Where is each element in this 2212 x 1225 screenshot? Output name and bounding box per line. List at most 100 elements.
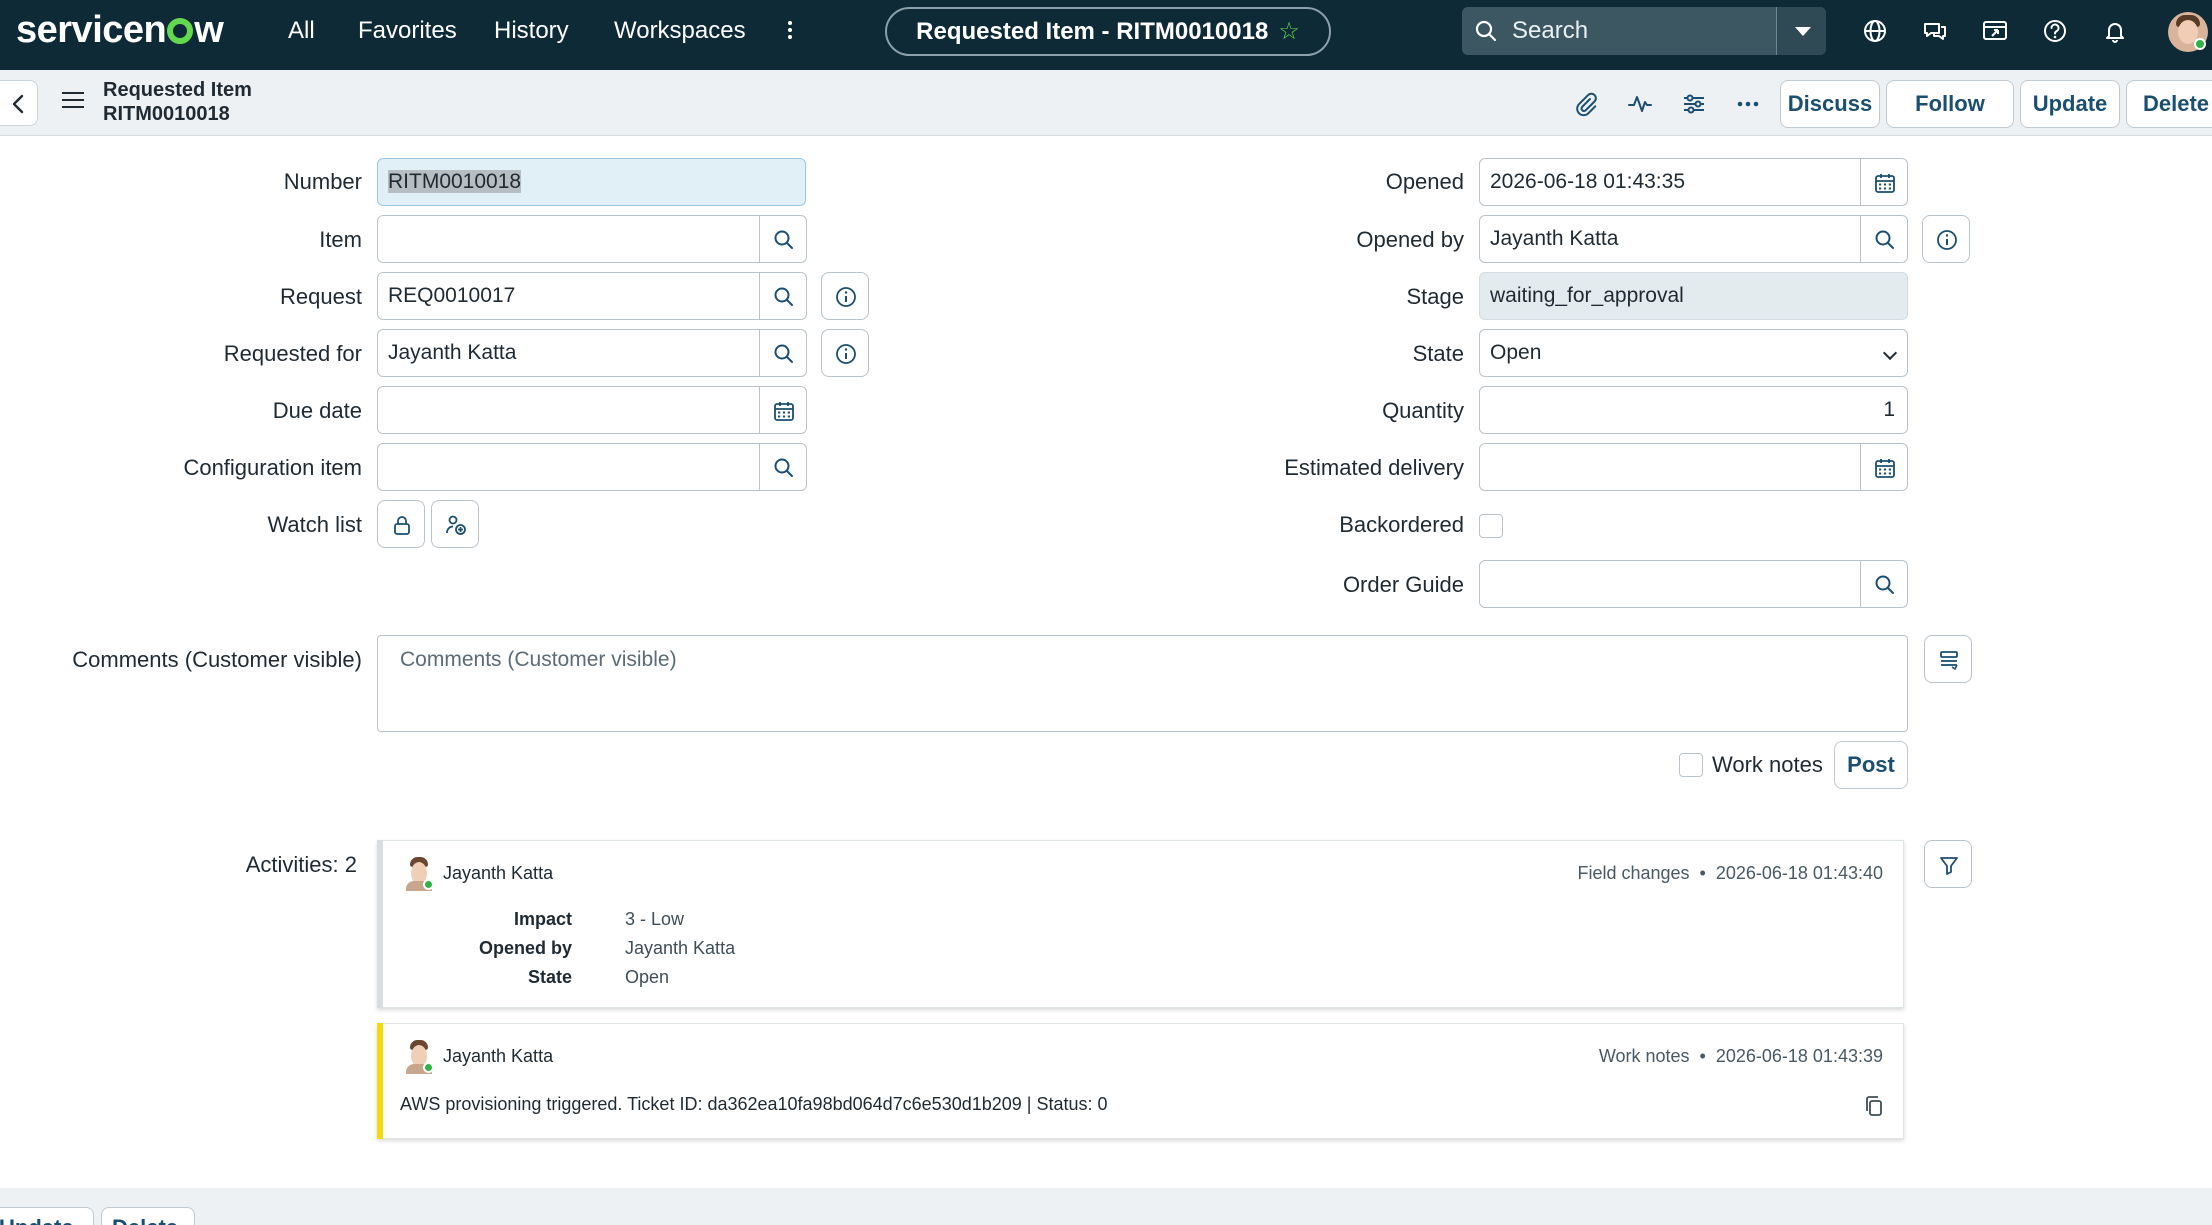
requested-for-field[interactable]: Jayanth Katta [377, 329, 761, 377]
state-select[interactable]: Open [1479, 329, 1908, 377]
calendar-icon [774, 402, 794, 421]
watch-list-add-me-button[interactable] [431, 500, 479, 548]
form-header: Requested Item RITM0010018 Discuss Follo… [0, 70, 2212, 136]
item-lookup-button[interactable] [759, 215, 807, 263]
requested-for-info-button[interactable] [821, 329, 869, 377]
form-title-table: Requested Item [103, 79, 252, 101]
search-placeholder: Search [1512, 17, 1589, 44]
comments-placeholder: Comments (Customer visible) [400, 648, 677, 671]
nav-favorites[interactable]: Favorites [358, 0, 457, 62]
nav-all[interactable]: All [288, 0, 315, 62]
watch-list-lock-button[interactable] [377, 500, 425, 548]
search-icon [1875, 230, 1894, 249]
form-title: Requested Item RITM0010018 [103, 78, 252, 126]
paperclip-icon[interactable] [1572, 90, 1600, 118]
configuration-item-label: Configuration item [183, 455, 362, 480]
bottom-update-button[interactable]: Update [0, 1207, 94, 1225]
state-selected-value: Open [1490, 341, 1542, 364]
globe-icon[interactable] [1860, 16, 1890, 46]
order-guide-field[interactable] [1479, 560, 1862, 608]
delete-button[interactable]: Delete [2126, 80, 2212, 128]
requested-for-lookup-button[interactable] [759, 329, 807, 377]
update-button[interactable]: Update [2020, 80, 2120, 128]
opened-field[interactable]: 2026-06-18 01:43:35 [1479, 158, 1862, 206]
activity-accent-bar [377, 840, 383, 1008]
work-note-text: AWS provisioning triggered. Ticket ID: d… [400, 1094, 1108, 1114]
watch-list-label: Watch list [267, 512, 362, 537]
work-notes-accent-bar [377, 1023, 383, 1139]
copy-icon[interactable] [1862, 1094, 1886, 1118]
lock-icon [394, 516, 410, 535]
servicenow-logo[interactable]: servicen w [16, 6, 224, 54]
stage-field: waiting_for_approval [1479, 272, 1908, 320]
order-guide-lookup-button[interactable] [1860, 560, 1908, 608]
personalize-sliders-icon[interactable] [1680, 90, 1708, 118]
info-icon [836, 287, 856, 307]
request-label: Request [280, 284, 362, 309]
work-notes-label: Work notes [1712, 752, 1823, 777]
due-date-field[interactable] [377, 386, 761, 434]
nav-workspaces[interactable]: Workspaces [614, 0, 746, 62]
activity-type: Work notes [1598, 1046, 1690, 1066]
nav-history[interactable]: History [494, 0, 569, 62]
follow-button[interactable]: Follow [1886, 80, 2014, 128]
opened-by-info-button[interactable] [1922, 215, 1970, 263]
search-icon [774, 287, 793, 306]
change-field-label: Opened by [478, 938, 572, 958]
activity-pulse-icon[interactable] [1626, 90, 1654, 118]
help-icon[interactable] [2040, 16, 2070, 46]
due-date-calendar-button[interactable] [759, 386, 807, 434]
backordered-checkbox[interactable] [1479, 514, 1503, 538]
hamburger-menu-icon[interactable] [62, 92, 84, 113]
item-label: Item [319, 227, 362, 252]
user-avatar[interactable] [404, 857, 434, 891]
estimated-delivery-label: Estimated delivery [1284, 455, 1464, 480]
quantity-field[interactable]: 1 [1479, 386, 1908, 434]
activities-filter-button[interactable] [1924, 840, 1972, 888]
work-notes-checkbox[interactable] [1679, 753, 1703, 777]
back-button[interactable] [0, 80, 38, 126]
activity-meta: Field changes • 2026-06-18 01:43:40 [1577, 863, 1883, 883]
backordered-label: Backordered [1339, 512, 1464, 537]
notification-bell-icon[interactable] [2100, 16, 2130, 46]
request-field[interactable]: REQ0010017 [377, 272, 761, 320]
change-field-label: Impact [513, 909, 572, 929]
opened-calendar-button[interactable] [1860, 158, 1908, 206]
more-menu-icon[interactable] [778, 18, 802, 44]
estimated-delivery-field[interactable] [1479, 443, 1862, 491]
opened-by-field[interactable]: Jayanth Katta [1479, 215, 1862, 263]
record-title-pill[interactable]: Requested Item - RITM0010018 ☆ [885, 7, 1331, 56]
global-search[interactable]: Search [1462, 7, 1826, 55]
activities-count-label: Activities: 2 [245, 852, 357, 877]
activity-timestamp: 2026-06-18 01:43:39 [1715, 1046, 1883, 1066]
online-status-indicator [2194, 38, 2206, 50]
discuss-button[interactable]: Discuss [1780, 80, 1880, 128]
form-footer [0, 1188, 2212, 1225]
configuration-item-lookup-button[interactable] [759, 443, 807, 491]
request-info-button[interactable] [821, 272, 869, 320]
opened-by-label: Opened by [1356, 227, 1464, 252]
activity-entry-field-changes: Jayanth Katta Field changes • 2026-06-18… [377, 840, 1904, 1008]
bottom-delete-button[interactable]: Delete [101, 1207, 195, 1225]
number-field[interactable]: RITM0010018 [377, 158, 806, 206]
user-avatar[interactable] [404, 1040, 434, 1074]
number-label: Number [283, 169, 362, 194]
chat-icon[interactable] [1920, 16, 1950, 46]
estimated-delivery-calendar-button[interactable] [1860, 443, 1908, 491]
comments-textarea[interactable]: Comments (Customer visible) [377, 635, 1908, 732]
item-field[interactable] [377, 215, 761, 263]
requested-for-label: Requested for [223, 341, 362, 366]
top-navigation-bar: servicen w All Favorites History Workspac… [0, 0, 2212, 70]
opened-by-lookup-button[interactable] [1860, 215, 1908, 263]
favorite-star-icon[interactable]: ☆ [1278, 18, 1300, 45]
search-scope-dropdown[interactable] [1776, 7, 1826, 55]
post-button[interactable]: Post [1834, 741, 1908, 789]
configuration-item-field[interactable] [377, 443, 761, 491]
comments-label: Comments (Customer visible) [72, 647, 362, 672]
request-lookup-button[interactable] [759, 272, 807, 320]
due-date-label: Due date [272, 398, 362, 423]
change-field-value: 3 - Low [625, 909, 685, 929]
comments-format-button[interactable] [1924, 635, 1972, 683]
scripts-icon[interactable] [1980, 16, 2010, 46]
more-options-icon[interactable] [1734, 90, 1762, 118]
